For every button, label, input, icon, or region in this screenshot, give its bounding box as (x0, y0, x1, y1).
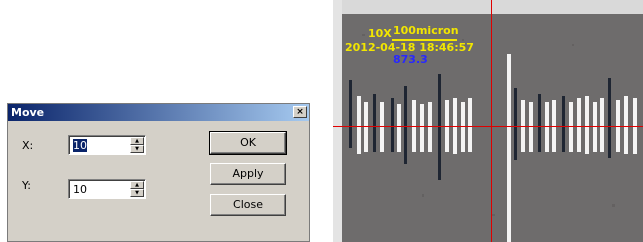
move-dialog: Move × X: 10 ▲ ▼ Y: 10 ▲ ▼ OK Apply Clos… (7, 103, 310, 242)
x-value: 10 (73, 139, 87, 152)
crosshair-vertical (491, 0, 492, 242)
x-label: X: (22, 139, 34, 152)
close-button[interactable]: Close (210, 194, 286, 216)
y-spin-up-icon[interactable]: ▲ (130, 181, 144, 189)
measurement-label: 873.3 (393, 53, 428, 66)
y-input[interactable]: 10 ▲ ▼ (68, 179, 146, 199)
y-spinner[interactable]: ▲ ▼ (130, 181, 144, 197)
dialog-title: Move (11, 106, 45, 119)
dialog-titlebar[interactable]: Move × (8, 104, 309, 121)
y-label: Y: (22, 179, 31, 192)
x-input[interactable]: 10 ▲ ▼ (68, 135, 146, 155)
y-value: 10 (73, 183, 87, 196)
magnification-label: 10X (368, 27, 392, 40)
apply-button[interactable]: Apply (210, 163, 286, 185)
x-spin-down-icon[interactable]: ▼ (130, 145, 144, 153)
scale-label: 100micron (393, 24, 459, 37)
close-icon[interactable]: × (293, 106, 307, 118)
ok-button[interactable]: OK (209, 131, 287, 155)
crosshair-horizontal (333, 126, 643, 127)
y-spin-down-icon[interactable]: ▼ (130, 189, 144, 197)
x-spin-up-icon[interactable]: ▲ (130, 137, 144, 145)
image-frame-left (333, 0, 342, 242)
image-frame-top (333, 0, 643, 14)
x-spinner[interactable]: ▲ ▼ (130, 137, 144, 153)
